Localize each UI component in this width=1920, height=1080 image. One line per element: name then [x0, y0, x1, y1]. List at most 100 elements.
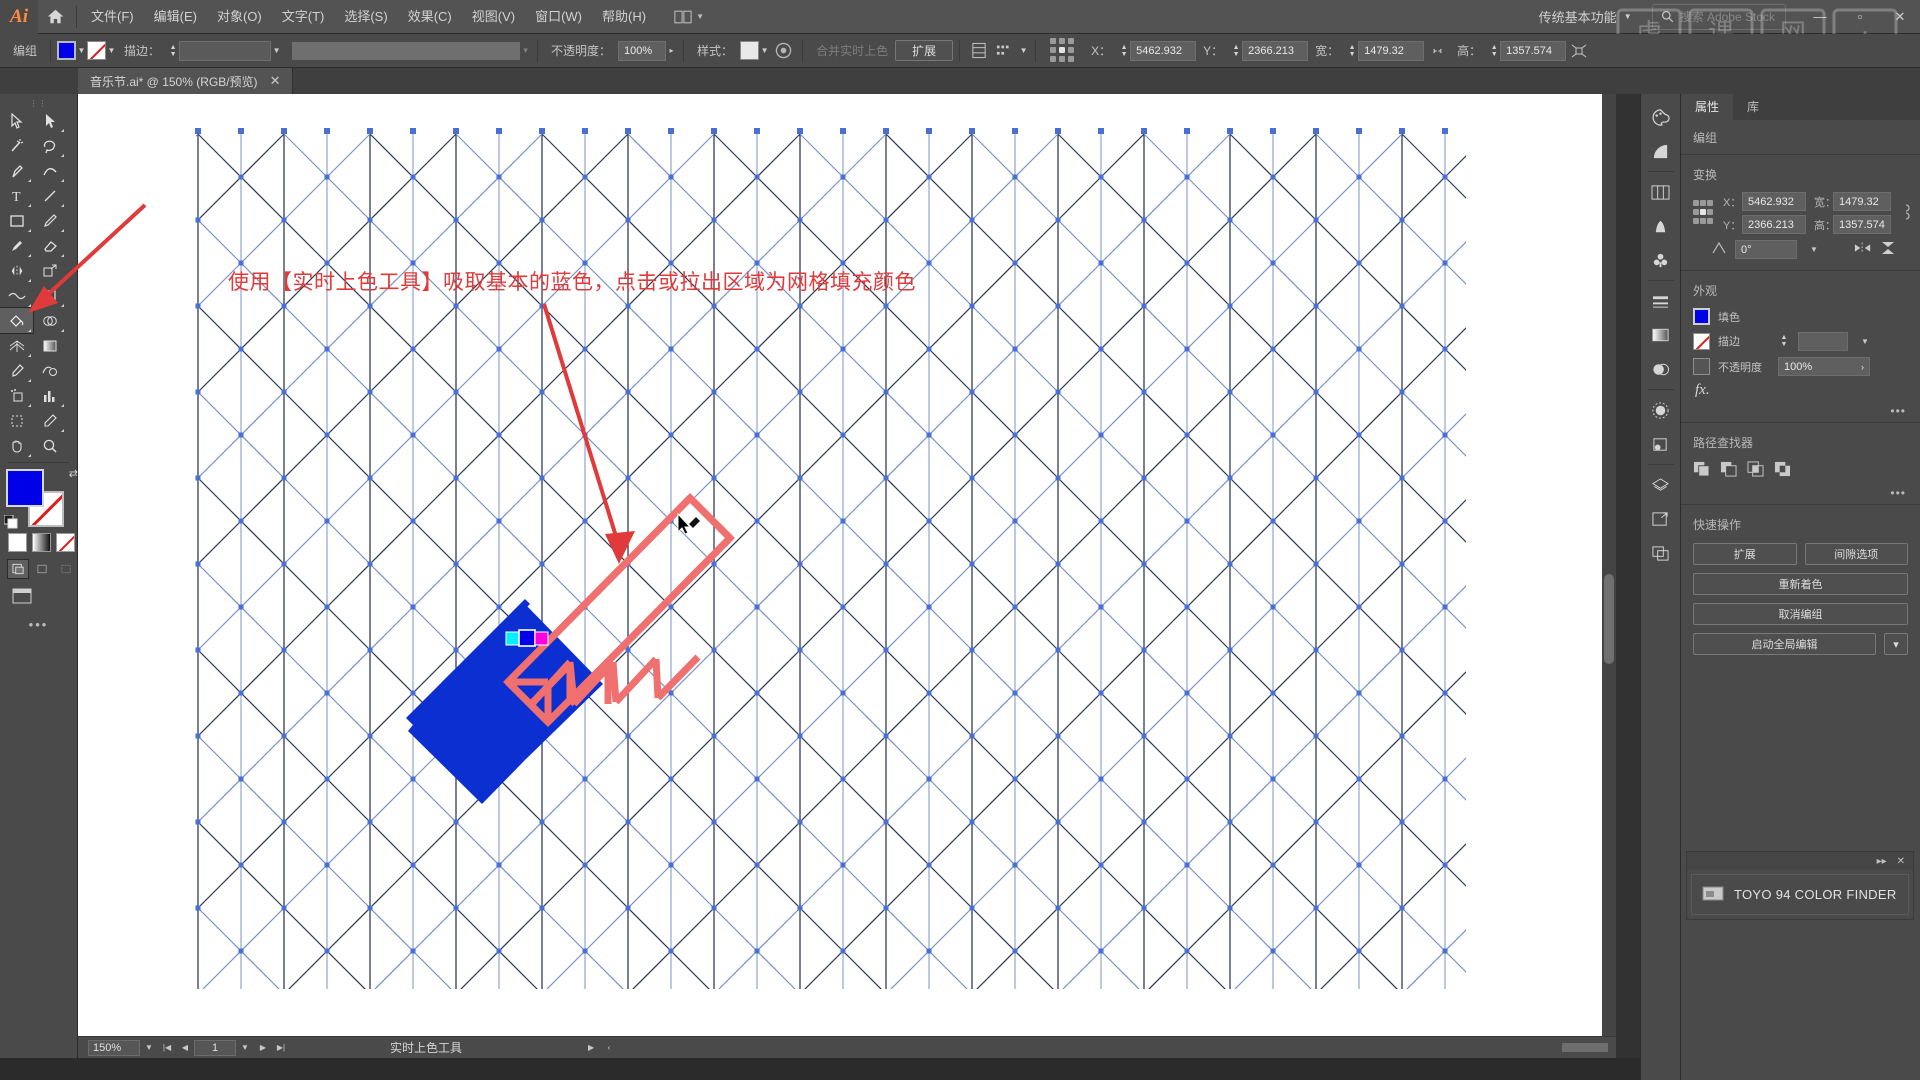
transform-reference-point[interactable]	[1693, 200, 1713, 226]
selection-tool[interactable]	[0, 108, 33, 133]
drawing-mode-normal-icon[interactable]	[7, 559, 29, 579]
slice-tool[interactable]	[33, 408, 66, 433]
search-input[interactable]: 搜索 Adobe Stock	[1651, 3, 1786, 30]
props-y-field[interactable]: 2366.213	[1742, 215, 1806, 234]
props-x-field[interactable]: 5462.932	[1742, 192, 1806, 211]
stroke-panel-icon[interactable]	[1644, 284, 1678, 318]
pathfinder-unite-icon[interactable]	[1693, 461, 1710, 480]
live-paint-bucket-tool[interactable]	[0, 307, 34, 334]
expand-action-button[interactable]: 扩展	[1693, 543, 1797, 565]
line-segment-tool[interactable]	[33, 183, 66, 208]
fill-color-swatch[interactable]	[57, 41, 77, 60]
tab-properties[interactable]: 属性	[1681, 94, 1734, 120]
toyo-panel-body[interactable]: TOYO 94 COLOR FINDER	[1691, 874, 1909, 915]
zoom-dropdown-icon[interactable]: ▼	[140, 1043, 158, 1052]
free-transform-tool[interactable]	[33, 283, 66, 308]
align-dropdown-icon[interactable]: ▼	[1018, 41, 1029, 60]
canvas-vertical-scrollbar[interactable]	[1602, 94, 1616, 1049]
gradient-tool[interactable]	[33, 333, 66, 358]
zoom-tool[interactable]	[33, 433, 66, 458]
flip-vertical-icon[interactable]	[1880, 240, 1908, 259]
brushes-panel-icon[interactable]	[1644, 209, 1678, 243]
menu-window[interactable]: 窗口(W)	[525, 0, 592, 34]
menu-effect[interactable]: 效果(C)	[398, 0, 462, 34]
stroke-weight-stepper[interactable]: ▲ ▼	[167, 41, 179, 61]
expand-button[interactable]: 扩展	[895, 40, 954, 61]
scale-tool[interactable]	[33, 258, 66, 283]
drawing-mode-inside-icon[interactable]	[56, 560, 76, 578]
none-mode-button[interactable]	[56, 533, 75, 552]
swatches-panel-icon[interactable]	[1644, 175, 1678, 209]
graphic-styles-panel-icon[interactable]	[1644, 427, 1678, 461]
global-edit-options-icon[interactable]: ▾	[1884, 633, 1908, 655]
tools-more-icon[interactable]: •••	[0, 609, 77, 632]
artboard[interactable]: 使用【实时上色工具】吸取基本的蓝色，点击或拉出区域为网格填充颜色	[78, 94, 1616, 1049]
shape-builder-tool[interactable]	[33, 308, 66, 333]
symbol-sprayer-tool[interactable]	[0, 383, 33, 408]
start-global-edit-button[interactable]: 启动全局编辑	[1693, 633, 1876, 655]
canvas-vscroll-thumb[interactable]	[1604, 574, 1614, 664]
last-artboard-icon[interactable]: ▶|	[272, 1043, 290, 1052]
fx-icon[interactable]: fx.	[1693, 382, 1710, 399]
rotation-angle-field[interactable]: 0°	[1735, 240, 1797, 259]
arrange-documents-icon[interactable]: ▼	[674, 10, 704, 24]
opacity-field[interactable]: 100%	[618, 40, 667, 61]
w-stepper[interactable]: ▲ ▼	[1346, 41, 1358, 61]
pathfinder-minus-front-icon[interactable]	[1720, 461, 1737, 480]
close-button[interactable]: ✕	[1880, 0, 1920, 34]
layers-panel-icon[interactable]	[1644, 468, 1678, 502]
tab-library[interactable]: 库	[1733, 94, 1773, 120]
home-icon[interactable]	[38, 0, 72, 34]
rotation-dropdown-icon[interactable]: ▼	[1805, 245, 1823, 254]
pathfinder-intersect-icon[interactable]	[1747, 461, 1764, 480]
symbols-panel-icon[interactable]	[1644, 243, 1678, 277]
recolor-artwork-icon[interactable]	[770, 39, 796, 63]
gap-options-button[interactable]: 间隙选项	[1804, 543, 1908, 565]
ungroup-button[interactable]: 取消编组	[1693, 603, 1908, 625]
color-guide-panel-icon[interactable]	[1644, 134, 1678, 168]
transform-options-icon[interactable]	[1566, 39, 1592, 63]
status-expand-icon[interactable]: ▶	[582, 1043, 600, 1052]
drawing-mode-behind-icon[interactable]	[32, 560, 52, 578]
graphic-style-swatch[interactable]	[740, 41, 760, 60]
artboards-panel-icon[interactable]	[1644, 502, 1678, 536]
menu-select[interactable]: 选择(S)	[334, 0, 397, 34]
paintbrush-tool[interactable]	[33, 208, 66, 233]
magic-wand-tool[interactable]	[0, 133, 33, 158]
appearance-more-icon[interactable]: •••	[1681, 402, 1920, 420]
flip-horizontal-icon[interactable]	[1854, 241, 1872, 258]
toyo-collapse-icon[interactable]: ▸▸	[1877, 856, 1887, 867]
stroke-weight-dropdown-icon[interactable]: ▼	[271, 41, 282, 60]
rotate-tool[interactable]	[0, 258, 33, 283]
tools-panel-grip[interactable]: ⋮⋮	[0, 98, 77, 108]
first-artboard-icon[interactable]: |◀	[158, 1043, 176, 1052]
screen-mode-toggle[interactable]	[0, 578, 77, 609]
menu-view[interactable]: 视图(V)	[462, 0, 525, 34]
color-panel-icon[interactable]	[1644, 100, 1678, 134]
stroke-dropdown-icon[interactable]: ▼	[106, 41, 117, 60]
appearance-stroke-weight-field[interactable]	[1798, 331, 1848, 351]
reference-point-selector[interactable]	[1050, 37, 1076, 64]
stroke-color-swatch[interactable]	[87, 41, 107, 60]
eraser-tool[interactable]	[33, 233, 66, 258]
opacity-flyout-icon[interactable]: ▸	[666, 41, 677, 60]
next-artboard-icon[interactable]: ▶	[254, 1043, 272, 1052]
artboard-number-field[interactable]: 1	[194, 1039, 236, 1056]
y-field[interactable]: 2366.213	[1242, 40, 1309, 61]
perspective-grid-tool[interactable]	[0, 333, 33, 358]
canvas-area[interactable]: 使用【实时上色工具】吸取基本的蓝色，点击或拉出区域为网格填充颜色	[78, 94, 1616, 1080]
hand-tool[interactable]	[0, 433, 33, 458]
menu-object[interactable]: 对象(O)	[207, 0, 272, 34]
menu-help[interactable]: 帮助(H)	[592, 0, 656, 34]
appearance-opacity-swatch[interactable]	[1693, 358, 1710, 375]
appearance-stroke-swatch[interactable]	[1693, 332, 1710, 350]
swap-fill-stroke-icon[interactable]: ⇄	[69, 467, 78, 480]
document-tab[interactable]: 音乐节.ai* @ 150% (RGB/预览) ✕	[78, 68, 294, 94]
align-options-icon[interactable]	[992, 39, 1018, 63]
constrain-proportions-icon[interactable]	[1424, 39, 1450, 63]
artboard-dropdown-icon[interactable]: ▼	[236, 1043, 254, 1052]
blend-tool[interactable]	[33, 358, 66, 383]
h-field[interactable]: 1357.574	[1500, 40, 1567, 61]
toolbar-fill-swatch[interactable]	[6, 469, 44, 507]
status-options-icon[interactable]: ‹	[600, 1043, 618, 1052]
